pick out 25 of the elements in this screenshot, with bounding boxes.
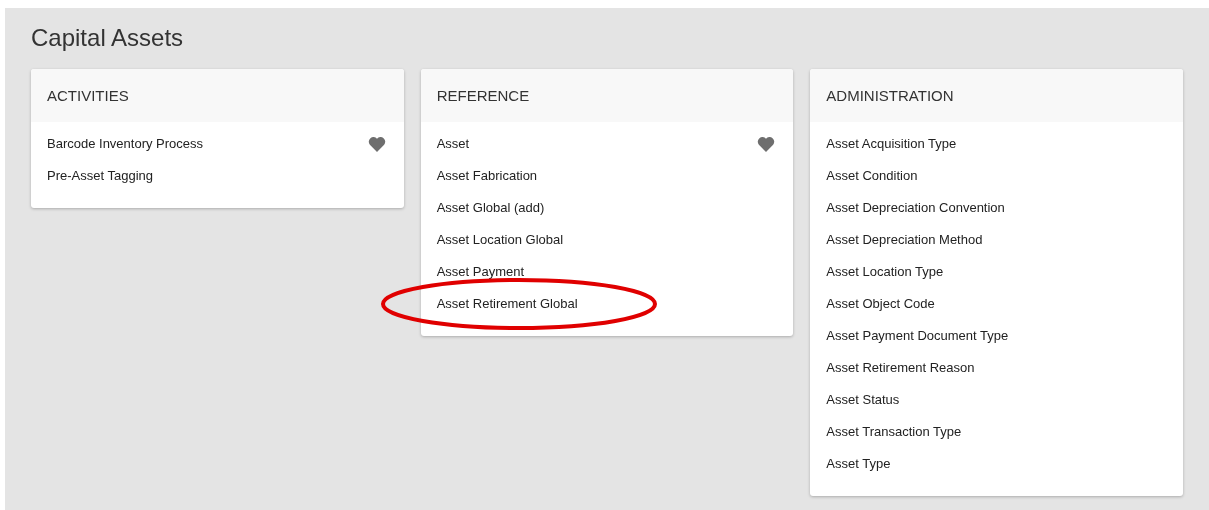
menu-link[interactable]: Asset Condition xyxy=(826,168,918,184)
menu-link[interactable]: Asset Transaction Type xyxy=(826,424,962,440)
menu-link[interactable]: Asset Retirement Global xyxy=(436,296,578,312)
menu-link[interactable]: Asset Type xyxy=(826,456,891,472)
panel-title: ADMINISTRATION xyxy=(826,87,954,104)
heart-icon[interactable] xyxy=(757,136,776,152)
menu-link[interactable]: Barcode Inventory Process xyxy=(47,136,204,152)
menu-link[interactable]: Asset Payment xyxy=(436,264,525,280)
menu-link[interactable]: Asset Depreciation Method xyxy=(826,232,983,248)
panel-title: REFERENCE xyxy=(436,87,530,104)
heart-icon[interactable] xyxy=(367,136,386,152)
menu-link[interactable]: Asset Retirement Reason xyxy=(826,360,975,376)
menu-link[interactable]: Asset Status xyxy=(826,392,900,408)
menu-link[interactable]: Asset Depreciation Convention xyxy=(826,200,1005,216)
menu-link[interactable]: Asset Object Code xyxy=(826,296,935,312)
menu-link[interactable]: Asset Fabrication xyxy=(436,168,538,184)
panel-title: ACTIVITIES xyxy=(47,87,129,104)
page-title: Capital Assets xyxy=(31,24,185,52)
menu-link[interactable]: Asset Global (add) xyxy=(436,200,545,216)
menu-link[interactable]: Asset xyxy=(436,136,470,152)
menu-link[interactable]: Asset Location Global xyxy=(436,232,564,248)
menu-link[interactable]: Asset Acquisition Type xyxy=(826,136,957,152)
menu-link[interactable]: Pre-Asset Tagging xyxy=(47,168,153,184)
menu-link[interactable]: Asset Payment Document Type xyxy=(826,328,1009,344)
menu-link[interactable]: Asset Location Type xyxy=(826,264,944,280)
